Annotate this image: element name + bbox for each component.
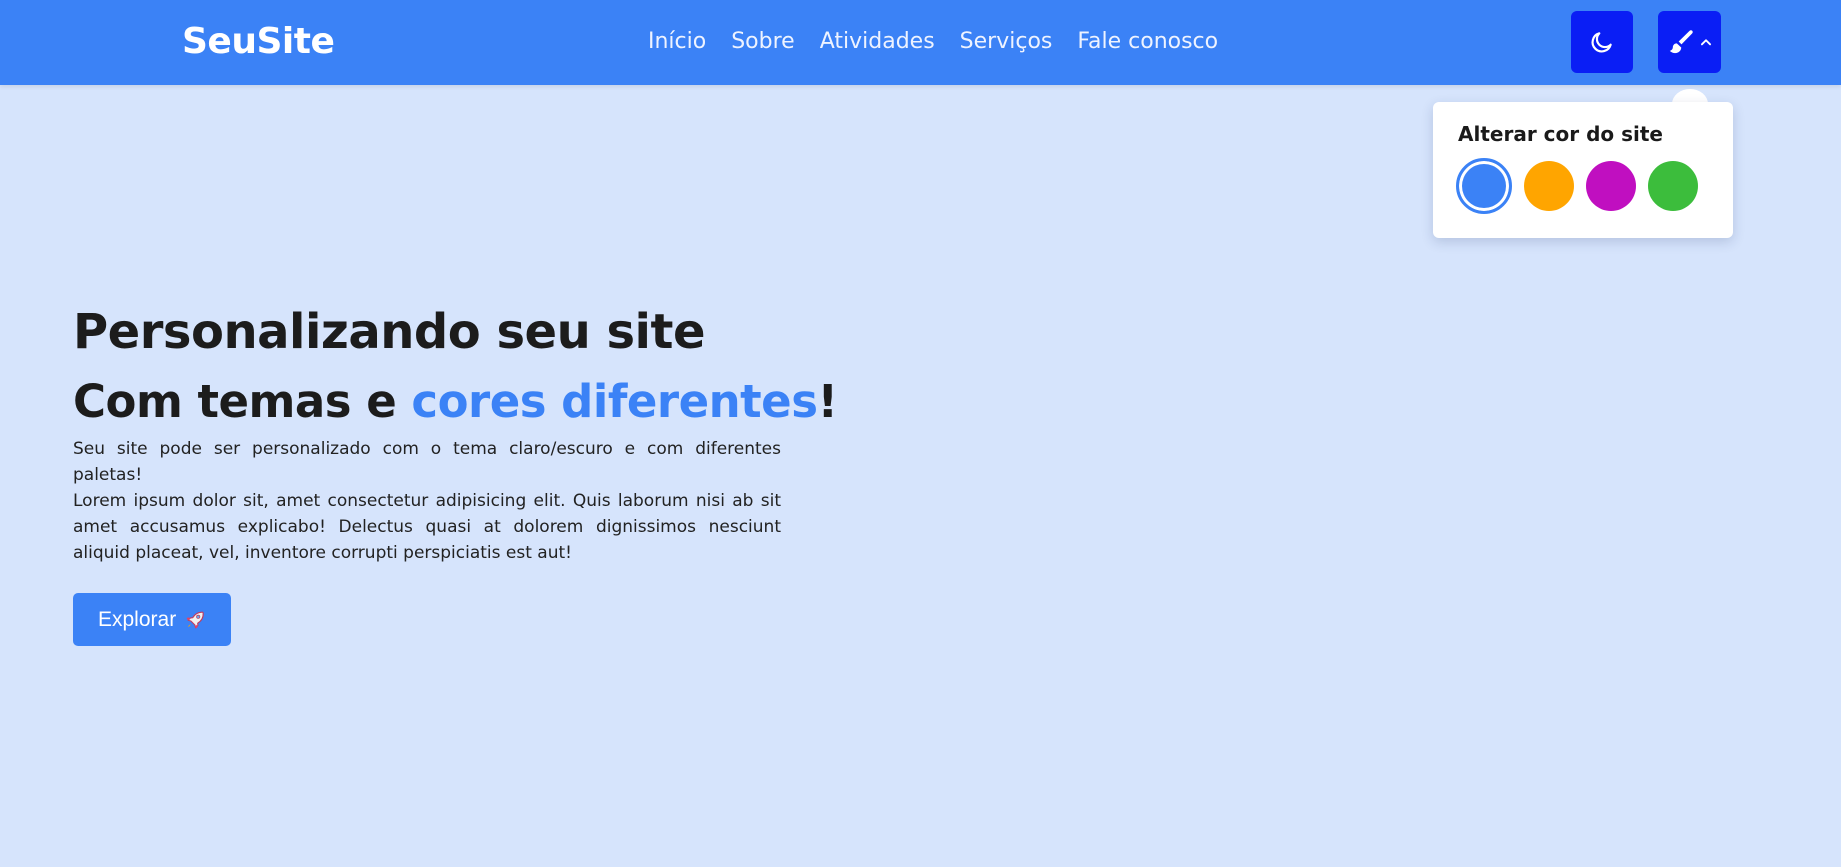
hero-section: Personalizando seu site Com temas e core… <box>73 302 838 646</box>
explore-button-label: Explorar <box>98 607 177 631</box>
nav-link-fale-conosco[interactable]: Fale conosco <box>1077 27 1218 57</box>
main-nav: Início Sobre Atividades Serviços Fale co… <box>648 27 1218 57</box>
color-picker-menu: Alterar cor do site <box>1433 102 1733 238</box>
nav-link-servicos[interactable]: Serviços <box>960 27 1053 57</box>
hero-subtitle-suffix: ! <box>817 375 838 428</box>
color-palette-button[interactable] <box>1658 11 1721 73</box>
nav-link-inicio[interactable]: Início <box>648 27 706 57</box>
hero-description: Seu site pode ser personalizado com o te… <box>73 436 781 566</box>
color-swatch-list <box>1456 158 1698 214</box>
hero-description-line-1: Seu site pode ser personalizado com o te… <box>73 439 781 485</box>
hero-title: Personalizando seu site <box>73 304 706 360</box>
hero-subtitle-prefix: Com temas e <box>73 375 412 428</box>
color-swatch-orange[interactable] <box>1524 161 1574 211</box>
explore-button[interactable]: Explorar <box>73 593 232 646</box>
top-navbar: SeuSite Início Sobre Atividades Serviços… <box>0 0 1841 85</box>
chevron-up-icon <box>1700 39 1711 46</box>
color-swatch-blue[interactable] <box>1456 158 1512 214</box>
site-logo[interactable]: SeuSite <box>182 20 335 64</box>
hero-subtitle: Com temas e cores diferentes! <box>73 374 838 430</box>
nav-link-sobre[interactable]: Sobre <box>731 27 795 57</box>
color-swatch-magenta[interactable] <box>1586 161 1636 211</box>
hero-description-line-2: Lorem ipsum dolor sit, amet consectetur … <box>73 491 781 563</box>
nav-link-atividades[interactable]: Atividades <box>820 27 935 57</box>
theme-toggle-button[interactable] <box>1571 11 1633 73</box>
moon-icon <box>1591 32 1612 53</box>
rocket-icon <box>186 611 204 628</box>
hero-subtitle-highlight: cores diferentes <box>411 375 818 428</box>
paintbrush-icon <box>1669 30 1693 54</box>
color-picker-title: Alterar cor do site <box>1458 122 1663 146</box>
color-swatch-green[interactable] <box>1648 161 1698 211</box>
